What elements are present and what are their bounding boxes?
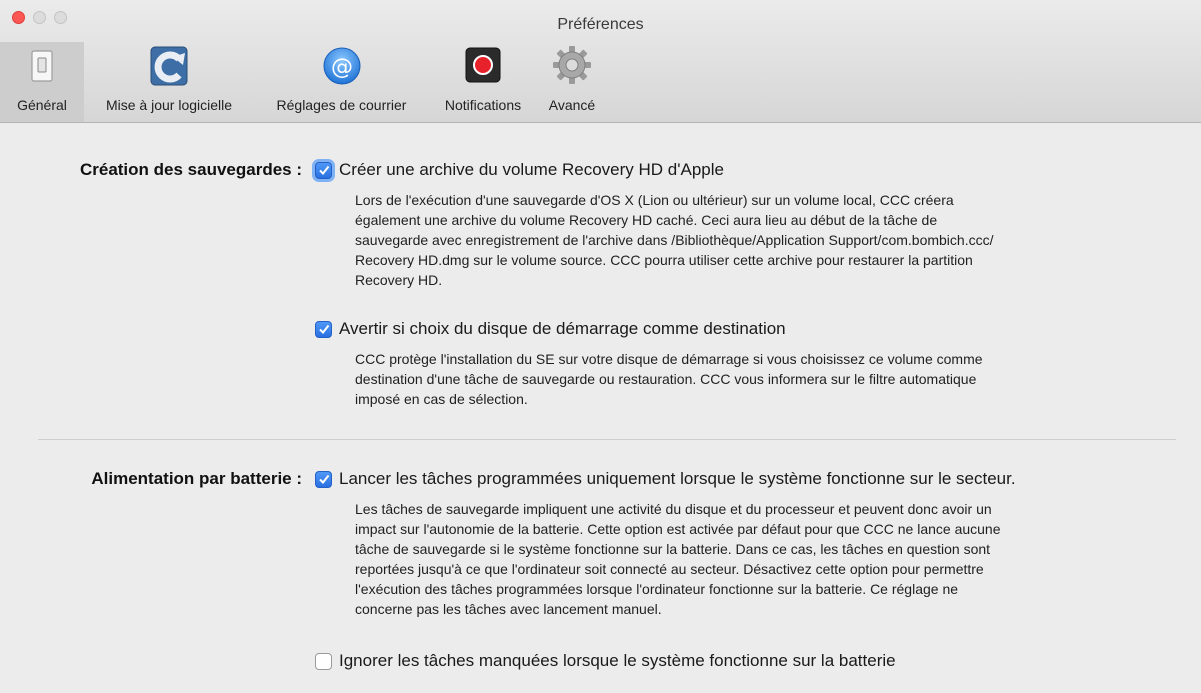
description-line: l'exécution des tâches programmées lorsq… bbox=[355, 581, 959, 597]
startup-disk-warning-label: Avertir si choix du disque de démarrage … bbox=[339, 319, 786, 338]
description-line: CCC protège l'installation du SE sur vot… bbox=[355, 351, 983, 367]
description-line: tâche de sauvegarde si le système foncti… bbox=[355, 541, 991, 557]
description-line: sauvegarde avec enregistrement de l'arch… bbox=[355, 232, 994, 248]
description-line: Recovery HD.dmg sur le volume source. CC… bbox=[355, 252, 973, 268]
startup-disk-warning-option[interactable]: Avertir si choix du disque de démarrage … bbox=[315, 319, 786, 339]
ac-power-only-checkbox[interactable] bbox=[315, 470, 332, 488]
switch-icon bbox=[31, 50, 53, 82]
tab-notifications-label: Notifications bbox=[444, 97, 522, 113]
description-line: concerne pas les tâches avec lancement m… bbox=[355, 601, 662, 617]
tab-advanced[interactable]: Avancé bbox=[537, 42, 607, 122]
description-line: Recovery HD. bbox=[355, 272, 443, 288]
mail-at-icon: @ bbox=[323, 47, 360, 85]
section-divider bbox=[38, 439, 1176, 440]
backup-section-label: Création des sauvegardes : bbox=[79, 160, 302, 179]
ac-power-only-label: Lancer les tâches programmées uniquement… bbox=[339, 469, 1016, 488]
battery-section-label: Alimentation par batterie : bbox=[91, 469, 302, 488]
gear-icon bbox=[553, 46, 591, 84]
description-line: destination d'une tâche de sauvegarde ou… bbox=[355, 371, 977, 387]
recovery-archive-checkbox[interactable] bbox=[315, 161, 332, 179]
description-line: également une archive du volume Recovery… bbox=[355, 212, 938, 228]
notification-record-icon bbox=[465, 47, 501, 83]
window-title: Préférences bbox=[557, 16, 644, 33]
svg-text:@: @ bbox=[331, 55, 353, 80]
description-line: Lors de l'exécution d'une sauvegarde d'O… bbox=[355, 192, 954, 208]
preferences-tab-bar: Général Mise à jour logicielle @ Réglage… bbox=[0, 42, 607, 122]
tab-general-label: Général bbox=[17, 97, 67, 113]
description-line: Les tâches de sauvegarde impliquent une … bbox=[355, 501, 992, 517]
skip-missed-tasks-option[interactable]: Ignorer les tâches manquées lorsque le s… bbox=[315, 651, 896, 671]
description-line: impact sur l'autonomie de la batterie. C… bbox=[355, 521, 1001, 537]
startup-disk-warning-checkbox[interactable] bbox=[315, 320, 332, 338]
recovery-archive-option[interactable]: Créer une archive du volume Recovery HD … bbox=[315, 160, 724, 180]
ccc-update-icon bbox=[150, 46, 188, 86]
tab-software-update[interactable]: Mise à jour logicielle bbox=[84, 42, 254, 122]
tab-mail-settings-label: Réglages de courrier bbox=[276, 97, 407, 113]
checkmark-icon bbox=[318, 474, 329, 485]
checkmark-icon bbox=[318, 324, 329, 335]
startup-disk-warning-description: CCC protège l'installation du SE sur vot… bbox=[355, 349, 983, 409]
tab-software-update-label: Mise à jour logicielle bbox=[105, 97, 233, 113]
tab-general[interactable]: Général bbox=[0, 42, 84, 122]
ac-power-only-option[interactable]: Lancer les tâches programmées uniquement… bbox=[315, 469, 1016, 489]
tab-notifications[interactable]: Notifications bbox=[429, 42, 537, 122]
skip-missed-tasks-label: Ignorer les tâches manquées lorsque le s… bbox=[339, 651, 896, 670]
description-line: reportées jusqu'à ce que l'ordinateur so… bbox=[355, 561, 984, 577]
preferences-window: Préférences Général Mise à jour logiciel… bbox=[0, 0, 1201, 693]
checkmark-icon bbox=[318, 165, 329, 176]
recovery-archive-description: Lors de l'exécution d'une sauvegarde d'O… bbox=[355, 190, 993, 290]
tab-mail-settings[interactable]: @ Réglages de courrier bbox=[254, 42, 429, 122]
recovery-archive-label: Créer une archive du volume Recovery HD … bbox=[339, 160, 724, 179]
tab-advanced-label: Avancé bbox=[548, 97, 596, 113]
general-preferences-pane: Création des sauvegardes : Créer une arc… bbox=[0, 123, 1201, 693]
skip-missed-tasks-checkbox[interactable] bbox=[315, 652, 332, 670]
ac-power-only-description: Les tâches de sauvegarde impliquent une … bbox=[355, 499, 1001, 619]
titlebar-toolbar: Préférences Général Mise à jour logiciel… bbox=[0, 0, 1201, 123]
description-line: imposé en cas de sélection. bbox=[355, 391, 528, 407]
